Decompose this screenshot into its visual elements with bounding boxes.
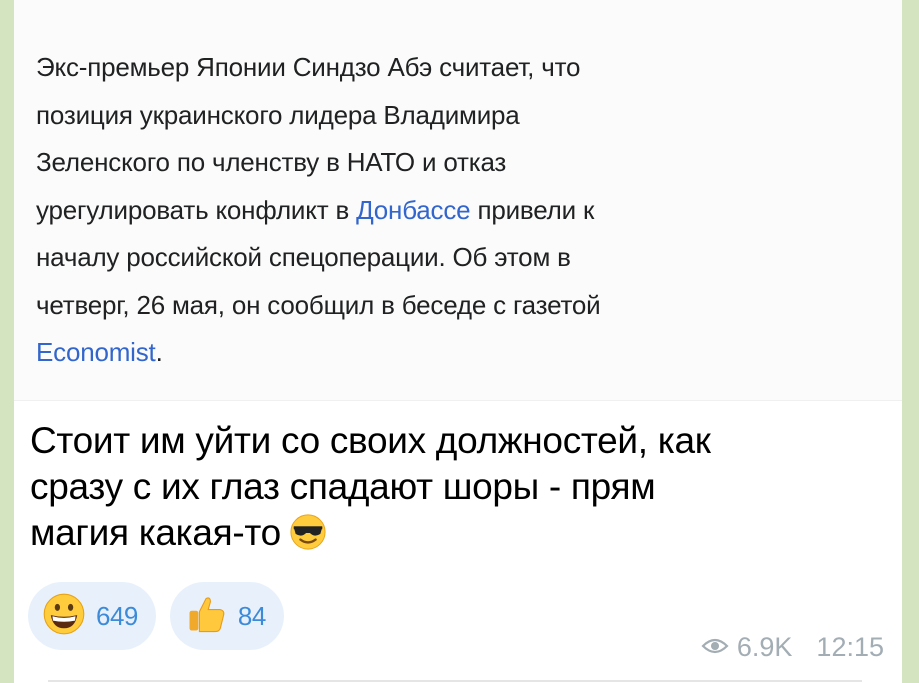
economist-link: Economist <box>36 337 156 367</box>
quote-line-1: Экс-премьер Японии Синдзо Абэ считает, ч… <box>36 52 581 82</box>
message-line-1: Стоит им уйти со своих должностей, как <box>30 420 711 461</box>
reaction-thumbs-up[interactable]: 84 <box>169 582 284 650</box>
views-count: 6.9K <box>736 632 793 662</box>
quote-line-4-end: привели к <box>470 194 595 225</box>
divider <box>48 680 862 682</box>
smiling-face-with-sunglasses-icon <box>289 513 327 562</box>
quoted-article-image: Экс-премьер Японии Синдзо Абэ считает, ч… <box>14 0 902 401</box>
quote-line-7: Economist. <box>36 329 836 377</box>
quote-line-6: четверг, 26 мая, он сообщил в беседе с г… <box>36 289 601 320</box>
message-text: Стоит им уйти со своих должностей, как с… <box>30 418 890 562</box>
message-line-3: магия какая-то <box>30 510 890 562</box>
message-line-2: сразу с их глаз спадают шоры - прям <box>30 466 656 507</box>
quote-line-3: Зеленского по членству в НАТО и отказ <box>36 147 507 177</box>
reaction-count-thumbs-up: 84 <box>237 600 266 631</box>
quote-line-2: позиция украинского лидера Владимира <box>36 99 520 130</box>
quoted-article-text: Экс-премьер Японии Синдзо Абэ считает, ч… <box>36 44 836 377</box>
message-line-3-text: магия какая-то <box>30 512 281 553</box>
reaction-count-grinning: 649 <box>96 600 138 631</box>
quote-line-4: урегулировать конфликт в Донбассе привел… <box>36 187 836 235</box>
reaction-grinning[interactable]: 649 <box>28 582 156 650</box>
donbass-link: Донбассе <box>356 194 471 225</box>
thumbs-up-icon <box>184 592 228 641</box>
reactions-bar: 649 84 <box>28 582 284 650</box>
message-bubble: Экс-премьер Японии Синдзо Абэ считает, ч… <box>14 0 902 683</box>
quote-end: . <box>155 337 163 367</box>
grinning-face-icon <box>42 592 86 641</box>
message-meta: 6.9K 12:15 <box>701 632 884 663</box>
eye-icon <box>701 632 729 663</box>
quote-line-5: началу российской спецоперации. Об этом … <box>36 242 571 272</box>
quote-line-4-start: урегулировать конфликт в <box>36 194 357 225</box>
message-time: 12:15 <box>816 632 884 662</box>
